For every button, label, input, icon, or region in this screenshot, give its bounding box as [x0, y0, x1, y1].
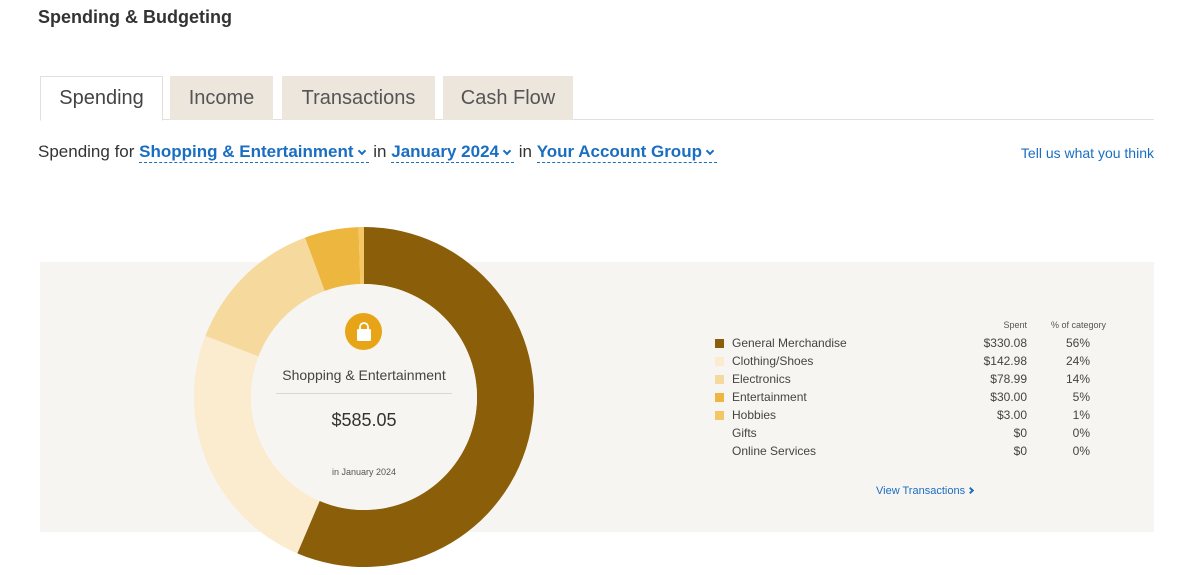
- summary-total-amount: $585.05: [331, 410, 397, 430]
- legend-spent-value: $330.08: [983, 336, 1027, 350]
- spending-filter: Spending for Shopping & Entertainment in…: [38, 142, 717, 163]
- category-selector[interactable]: Shopping & Entertainment: [139, 142, 369, 163]
- legend-header-spent: Spent: [1003, 320, 1027, 330]
- category-legend: Spent % of category General Merchandise $…: [714, 320, 1114, 461]
- legend-spent-value: $3.00: [996, 408, 1027, 422]
- legend-row-entertainment: Entertainment $30.00 5%: [714, 389, 1114, 407]
- legend-percent-value: 0%: [1072, 426, 1090, 440]
- view-transactions-label: View Transactions: [876, 485, 966, 497]
- legend-percent-value: 1%: [1072, 408, 1090, 422]
- spending-donut-chart: [194, 227, 534, 567]
- tab-cash-flow[interactable]: Cash Flow: [443, 76, 573, 120]
- legend-header-percent: % of category: [1050, 320, 1106, 330]
- legend-spent-value: $0: [1013, 444, 1027, 458]
- view-transactions-link[interactable]: View Transactions: [876, 485, 975, 497]
- account-selector-label: Your Account Group: [536, 142, 702, 161]
- legend-category-name: General Merchandise: [732, 336, 847, 350]
- summary-category-label: Shopping & Entertainment: [282, 367, 446, 383]
- legend-percent-value: 24%: [1065, 354, 1090, 368]
- legend-row-general-merchandise: General Merchandise $330.08 56%: [714, 335, 1114, 353]
- legend-category-name: Gifts: [732, 426, 757, 440]
- summary-period: in January 2024: [331, 467, 397, 477]
- chevron-down-icon: [502, 146, 512, 155]
- period-selector-label: January 2024: [391, 142, 499, 161]
- period-selector[interactable]: January 2024: [391, 142, 514, 163]
- legend-percent-value: 0%: [1072, 444, 1090, 458]
- legend-swatch: [715, 339, 724, 348]
- filter-in-text: in: [518, 142, 532, 161]
- chevron-down-icon: [705, 146, 715, 155]
- tab-income[interactable]: Income: [170, 76, 273, 120]
- legend-spent-value: $142.98: [983, 354, 1027, 368]
- legend-percent-value: 5%: [1072, 390, 1090, 404]
- legend-row-hobbies: Hobbies $3.00 1%: [714, 407, 1114, 425]
- account-selector[interactable]: Your Account Group: [536, 142, 717, 163]
- shopping-bag-icon: [345, 313, 382, 350]
- legend-swatch: [715, 393, 724, 402]
- page-title: Spending & Budgeting: [38, 7, 232, 27]
- legend-spent-value: $78.99: [990, 372, 1027, 386]
- legend-category-name: Entertainment: [732, 390, 807, 404]
- legend-percent-value: 56%: [1065, 336, 1090, 350]
- filter-in-text: in: [373, 142, 387, 161]
- legend-swatch: [715, 357, 724, 366]
- category-selector-label: Shopping & Entertainment: [139, 142, 354, 161]
- legend-swatch: [715, 375, 724, 384]
- legend-percent-value: 14%: [1065, 372, 1090, 386]
- legend-row-gifts: Gifts $0 0%: [714, 425, 1114, 443]
- legend-row-online-services: Online Services $0 0%: [714, 443, 1114, 461]
- feedback-link[interactable]: Tell us what you think: [1021, 145, 1154, 161]
- legend-category-name: Hobbies: [732, 408, 777, 422]
- summary-divider: [276, 393, 452, 394]
- legend-spent-value: $0: [1013, 426, 1027, 440]
- tab-transactions[interactable]: Transactions: [282, 76, 435, 120]
- legend-swatch: [715, 411, 724, 420]
- legend-header: Spent % of category: [714, 320, 1114, 335]
- tab-bar: Spending Income Transactions Cash Flow: [40, 76, 1154, 121]
- legend-category-name: Online Services: [732, 444, 817, 458]
- legend-row-clothing-shoes: Clothing/Shoes $142.98 24%: [714, 353, 1114, 371]
- legend-category-name: Clothing/Shoes: [732, 354, 814, 368]
- legend-category-name: Electronics: [732, 372, 791, 386]
- legend-row-electronics: Electronics $78.99 14%: [714, 371, 1114, 389]
- chevron-down-icon: [357, 146, 366, 155]
- chevron-right-icon: [967, 486, 975, 494]
- legend-spent-value: $30.00: [990, 390, 1027, 404]
- tab-spending[interactable]: Spending: [40, 76, 163, 121]
- filter-prefix: Spending for: [38, 142, 135, 161]
